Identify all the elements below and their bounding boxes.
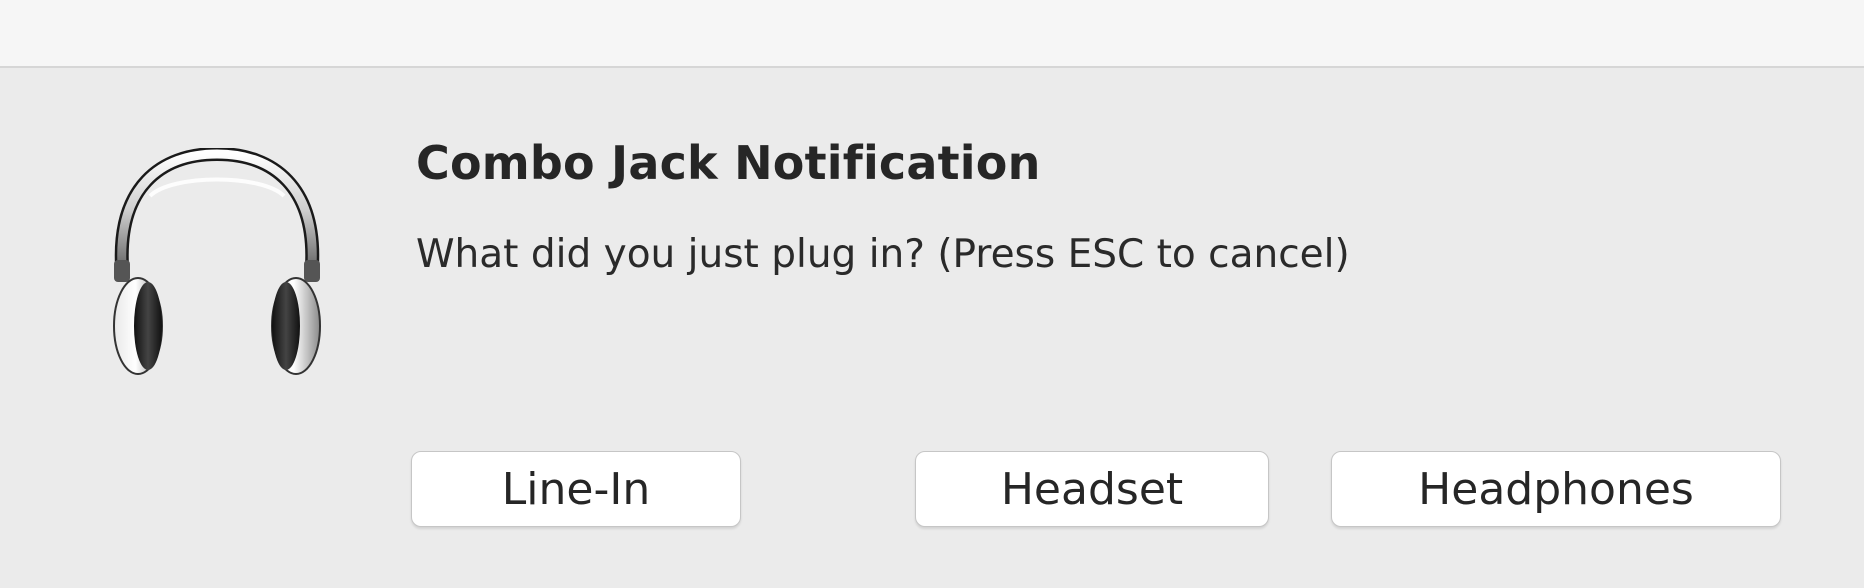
window-titlebar bbox=[0, 0, 1864, 68]
dialog-message: What did you just plug in? (Press ESC to… bbox=[416, 232, 1350, 277]
dialog-title: Combo Jack Notification bbox=[416, 136, 1041, 190]
headset-button[interactable]: Headset bbox=[915, 451, 1269, 527]
line-in-button[interactable]: Line-In bbox=[411, 451, 741, 527]
headphones-button[interactable]: Headphones bbox=[1331, 451, 1781, 527]
headphones-icon bbox=[112, 146, 322, 378]
